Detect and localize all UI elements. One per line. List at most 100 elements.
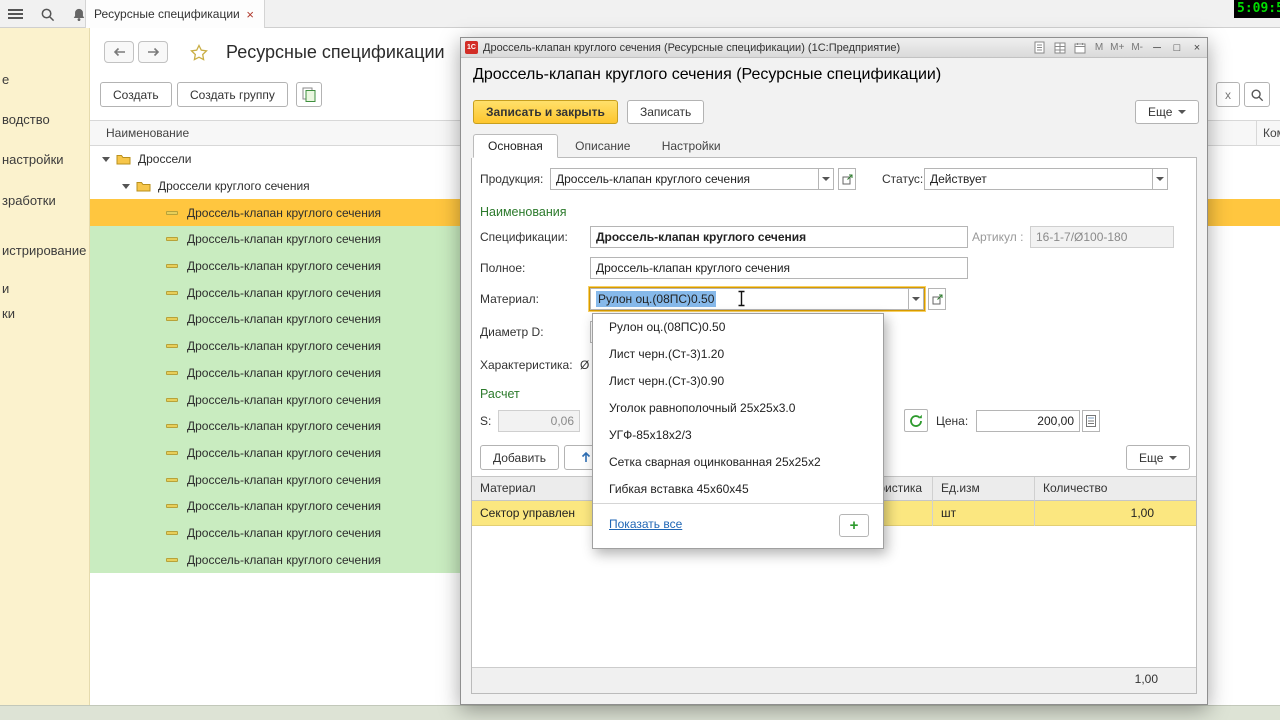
item-icon <box>166 317 178 321</box>
chevron-down-icon[interactable] <box>818 168 834 190</box>
material-open-button[interactable] <box>928 288 946 310</box>
price-field[interactable]: 200,00 <box>976 410 1080 432</box>
tree-row-label: Дроссель-клапан круглого сечения <box>187 339 381 353</box>
calendar-icon[interactable] <box>1072 41 1088 55</box>
product-value: Дроссель-клапан круглого сечения <box>556 172 750 186</box>
dropdown-item[interactable]: Лист черн.(Ст-3)0.90 <box>593 368 883 395</box>
dropdown-item[interactable]: Уголок равнополочный 25х25х3.0 <box>593 395 883 422</box>
tab-settings[interactable]: Настройки <box>648 135 735 159</box>
calculator-button[interactable] <box>1082 410 1100 432</box>
search-icon[interactable] <box>38 5 56 23</box>
col-unit[interactable]: Ед.изм <box>932 477 1034 501</box>
dropdown-item[interactable]: Рулон оц.(08ПС)0.50 <box>593 314 883 341</box>
column-header-name[interactable]: Наименование <box>90 126 189 140</box>
section-names: Наименования <box>480 205 566 219</box>
status-field[interactable]: Действует <box>924 168 1168 190</box>
sidebar-item[interactable]: зработки <box>2 193 56 208</box>
copy-button[interactable] <box>296 82 322 107</box>
chevron-down-icon[interactable] <box>1152 168 1168 190</box>
item-icon <box>166 371 178 375</box>
full-name-field[interactable]: Дроссель-клапан круглого сечения <box>590 257 968 279</box>
s-label: S: <box>480 414 491 428</box>
tab-resource-specs[interactable]: Ресурсные спецификации × <box>85 0 265 28</box>
s-value: 0,06 <box>551 414 574 428</box>
full-name-value: Дроссель-клапан круглого сечения <box>596 261 790 275</box>
sidebar-item[interactable]: истрирование <box>2 243 86 258</box>
tab-main[interactable]: Основная <box>473 134 558 158</box>
item-icon <box>166 558 178 562</box>
tree-row-label: Дроссель-клапан круглого сечения <box>187 259 381 273</box>
close-button[interactable]: × <box>1191 42 1203 54</box>
dropdown-item[interactable]: Гибкая вставка 45х60х45 <box>593 476 883 503</box>
sidebar-item[interactable]: водство <box>2 112 50 127</box>
create-button[interactable]: Создать <box>100 82 172 107</box>
maximize-button[interactable]: □ <box>1171 42 1183 54</box>
table-icon[interactable] <box>1052 41 1068 55</box>
dropdown-item[interactable]: Сетка сварная оцинкованная 25х25х2 <box>593 449 883 476</box>
sidebar-item[interactable]: и <box>2 281 9 296</box>
item-icon <box>166 398 178 402</box>
zoom-reset-button[interactable]: M <box>1095 42 1103 53</box>
tree-row-label: Дроссель-клапан круглого сечения <box>187 419 381 433</box>
item-icon <box>166 291 178 295</box>
more-button-label: Еще <box>1148 105 1172 119</box>
material-dropdown: Рулон оц.(08ПС)0.50Лист черн.(Ст-3)1.20Л… <box>592 313 884 549</box>
tab-description[interactable]: Описание <box>561 135 644 159</box>
characteristic-label: Характеристика: <box>480 358 573 372</box>
dialog-command-bar: Записать и закрыть Записать Еще <box>461 100 1207 126</box>
section-calc: Расчет <box>480 387 520 401</box>
column-header-comment[interactable]: Ком <box>1256 121 1280 145</box>
chevron-down-icon[interactable] <box>102 157 110 162</box>
items-table-footer: 1,00 <box>472 667 1196 693</box>
quantity-total: 1,00 <box>1135 672 1158 686</box>
article-value: 16-1-7/Ø100-180 <box>1036 230 1127 244</box>
item-icon <box>166 451 178 455</box>
product-open-button[interactable] <box>838 168 856 190</box>
favorites-star-icon[interactable] <box>190 44 208 61</box>
chevron-down-icon[interactable] <box>122 184 130 189</box>
document-icon[interactable] <box>1032 41 1048 55</box>
chevron-down-icon[interactable] <box>908 288 924 310</box>
show-all-link[interactable]: Показать все <box>609 517 682 531</box>
arrow-right-icon <box>147 47 160 57</box>
sidebar-item[interactable]: ки <box>2 306 15 321</box>
dropdown-item[interactable]: Лист черн.(Ст-3)1.20 <box>593 341 883 368</box>
price-value: 200,00 <box>1037 414 1074 428</box>
back-button[interactable] <box>104 41 134 63</box>
recalculate-button[interactable] <box>904 409 928 432</box>
save-button[interactable]: Записать <box>627 100 704 124</box>
zoom-in-button[interactable]: M+ <box>1110 42 1124 53</box>
tree-row-label: Дроссель-клапан круглого сечения <box>187 206 381 220</box>
menu-icon[interactable] <box>6 5 24 23</box>
material-dropdown-list: Рулон оц.(08ПС)0.50Лист черн.(Ст-3)1.20Л… <box>593 314 883 503</box>
product-label: Продукция: <box>480 172 543 186</box>
minimize-button[interactable]: ─ <box>1151 42 1163 54</box>
price-label: Цена: <box>936 414 968 428</box>
more-button[interactable]: Еще <box>1135 100 1199 124</box>
text-cursor-icon <box>736 290 747 310</box>
tree-row-label: Дроссель-клапан круглого сечения <box>187 366 381 380</box>
full-name-label: Полное: <box>480 261 525 275</box>
item-icon <box>166 264 178 268</box>
create-group-button[interactable]: Создать группу <box>177 82 288 107</box>
add-row-button[interactable]: Добавить <box>480 445 559 470</box>
forward-button[interactable] <box>138 41 168 63</box>
tab-label: Ресурсные спецификации <box>94 7 244 21</box>
dropdown-item[interactable]: УГФ-85х18х2/3 <box>593 422 883 449</box>
characteristic-value[interactable]: Ø <box>580 358 589 372</box>
zoom-out-button[interactable]: M- <box>1131 42 1143 53</box>
product-field[interactable]: Дроссель-клапан круглого сечения <box>550 168 834 190</box>
table-more-button[interactable]: Еще <box>1126 445 1190 470</box>
clear-search-button[interactable]: x <box>1216 82 1240 107</box>
col-quantity[interactable]: Количество <box>1034 477 1162 501</box>
close-icon[interactable]: × <box>244 7 256 22</box>
spec-field[interactable]: Дроссель-клапан круглого сечения <box>590 226 968 248</box>
add-new-button[interactable]: + <box>839 514 869 537</box>
sidebar-item[interactable]: е <box>2 72 9 87</box>
dialog-tabs: Основная Описание Настройки <box>473 134 1197 158</box>
material-field[interactable]: Рулон оц.(08ПС)0.50 <box>590 288 924 310</box>
dialog-titlebar[interactable]: 1С Дроссель-клапан круглого сечения (Рес… <box>461 38 1207 58</box>
save-close-button[interactable]: Записать и закрыть <box>473 100 618 124</box>
search-button[interactable] <box>1244 82 1270 107</box>
sidebar-item[interactable]: настройки <box>2 152 64 167</box>
